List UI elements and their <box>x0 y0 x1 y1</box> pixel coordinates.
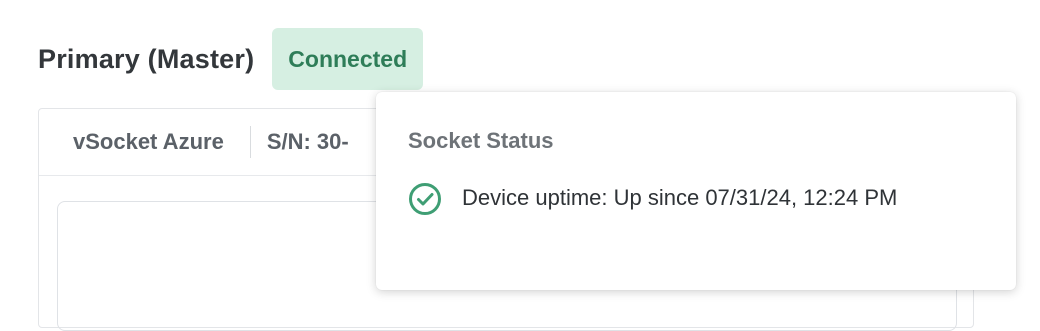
check-circle-icon <box>409 183 441 215</box>
device-uptime-text: Device uptime: Up since 07/31/24, 12:24 … <box>462 185 898 210</box>
site-header: Primary (Master) Connected <box>38 28 424 90</box>
connection-status-badge[interactable]: Connected <box>272 28 424 90</box>
device-serial: S/N: 30- <box>266 129 349 154</box>
socket-status-popover: Socket Status Device uptime: Up since 07… <box>376 92 1016 290</box>
popover-title: Socket Status <box>408 128 554 153</box>
device-name: vSocket Azure <box>73 129 224 154</box>
site-title: Primary (Master) <box>38 43 255 74</box>
uptime-row: Device uptime: Up since 07/31/24, 12:24 … <box>408 180 984 218</box>
toolbar-divider <box>249 126 251 158</box>
